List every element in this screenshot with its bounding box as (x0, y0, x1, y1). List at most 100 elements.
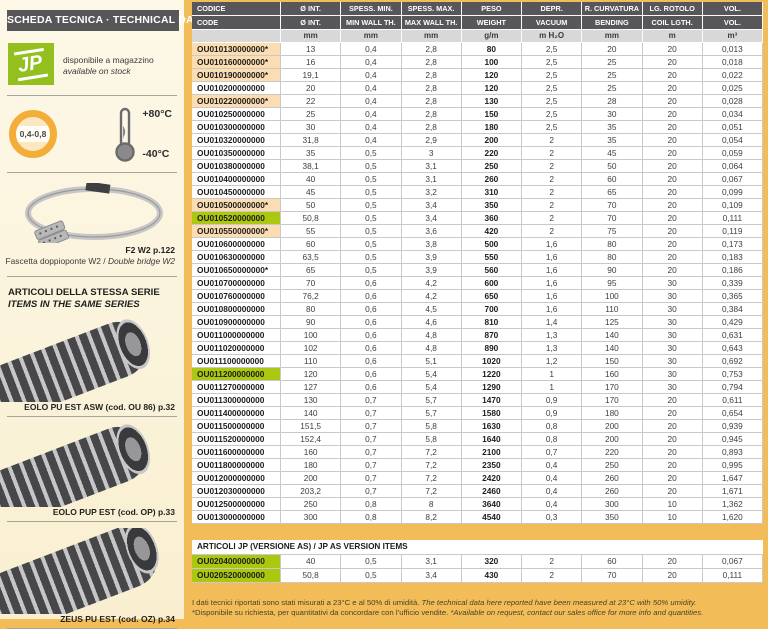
footnote-2-en: *Available on request, contact our sales… (450, 608, 703, 617)
value-cell: 3,8 (402, 238, 462, 251)
value-cell: 2 (522, 569, 582, 583)
value-cell: 30 (643, 381, 703, 394)
column-subheader: VACUUM (522, 16, 582, 30)
code-cell: OU010650000000* (192, 264, 281, 277)
value-cell: 2,5 (522, 43, 582, 56)
value-cell: 180 (462, 121, 522, 134)
value-cell: 2 (522, 225, 582, 238)
sidebar: SCHEDA TECNICA · TECHNICAL DATA JP dispo… (0, 0, 184, 619)
value-cell: 20 (643, 43, 703, 56)
code-cell: OU020400000000 (192, 555, 281, 569)
value-cell: 2420 (462, 472, 522, 485)
value-cell: 20 (643, 212, 703, 225)
value-cell: 20 (643, 173, 703, 186)
value-cell: 0,4 (341, 43, 401, 56)
value-cell: 0,893 (703, 446, 763, 459)
code-cell: OU011300000000 (192, 394, 281, 407)
value-cell: 20 (643, 446, 703, 459)
value-cell: 0,018 (703, 56, 763, 69)
value-cell: 100 (582, 290, 642, 303)
value-cell: 0,6 (341, 316, 401, 329)
code-cell: OU011520000000 (192, 433, 281, 446)
code-cell: OU010200000000 (192, 82, 281, 95)
divider (7, 416, 177, 417)
code-cell: OU010130000000* (192, 43, 281, 56)
value-cell: 2,5 (522, 95, 582, 108)
value-cell: 30 (643, 316, 703, 329)
value-cell: 125 (582, 316, 642, 329)
value-cell: 30 (643, 342, 703, 355)
value-cell: 5,4 (402, 381, 462, 394)
series-title: ARTICOLI DELLA STESSA SERIE ITEMS IN THE… (8, 287, 184, 312)
value-cell: 0,5 (341, 147, 401, 160)
value-cell: 2 (522, 147, 582, 160)
value-cell: 250 (462, 160, 522, 173)
value-cell: 0,7 (341, 433, 401, 446)
value-cell: 3,9 (402, 251, 462, 264)
value-cell: 0,4 (341, 95, 401, 108)
unit-cell: mm (281, 30, 341, 43)
value-cell: 1,6 (522, 277, 582, 290)
value-cell: 0,7 (341, 394, 401, 407)
unit-cell: m³ (703, 30, 763, 43)
as-section-title: ARTICOLI JP (VERSIONE AS) / JP AS VERSIO… (192, 540, 763, 555)
value-cell: 1 (522, 381, 582, 394)
value-cell: 1,620 (703, 511, 763, 524)
value-cell: 30 (643, 355, 703, 368)
value-cell: 20 (643, 95, 703, 108)
footnote-line-2: *Disponibile su richiesta, per quantitat… (192, 608, 763, 618)
value-cell: 120 (462, 82, 522, 95)
value-cell: 1630 (462, 420, 522, 433)
value-cell: 30 (643, 290, 703, 303)
value-cell: 1 (522, 368, 582, 381)
column-header: SPESS. MAX. (402, 2, 462, 16)
value-cell: 0,022 (703, 69, 763, 82)
value-cell: 260 (582, 472, 642, 485)
value-cell: 170 (582, 394, 642, 407)
value-cell: 700 (462, 303, 522, 316)
value-cell: 3,4 (402, 212, 462, 225)
value-cell: 420 (462, 225, 522, 238)
value-cell: 0,5 (341, 173, 401, 186)
value-cell: 25 (582, 82, 642, 95)
value-cell: 5,7 (402, 394, 462, 407)
divider (7, 276, 177, 277)
value-cell: 152,4 (281, 433, 341, 446)
value-cell: 4,6 (402, 316, 462, 329)
value-cell: 30 (281, 121, 341, 134)
value-cell: 1,671 (703, 485, 763, 498)
column-header: R. CURVATURA (582, 2, 642, 16)
related-hose-image (0, 318, 184, 402)
value-cell: 0,8 (522, 420, 582, 433)
column-subheader: MIN WALL TH. (341, 16, 401, 30)
value-cell: 0,753 (703, 368, 763, 381)
divider (7, 95, 177, 96)
value-cell: 2,5 (522, 121, 582, 134)
value-cell: 3,6 (402, 225, 462, 238)
value-cell: 0,4 (522, 472, 582, 485)
value-cell: 5,4 (402, 368, 462, 381)
main-content: CODICEØ INT.SPESS. MIN.SPESS. MAX.PESODE… (192, 2, 763, 619)
column-subheader: MAX WALL TH. (402, 16, 462, 30)
value-cell: 3,1 (402, 173, 462, 186)
value-cell: 0,6 (341, 355, 401, 368)
code-cell: OU010600000000 (192, 238, 281, 251)
value-cell: 0,6 (341, 342, 401, 355)
value-cell: 0,6 (341, 381, 401, 394)
value-cell: 2,8 (402, 82, 462, 95)
value-cell: 0,064 (703, 160, 763, 173)
value-cell: 0,7 (522, 446, 582, 459)
value-cell: 2350 (462, 459, 522, 472)
value-cell: 4,2 (402, 290, 462, 303)
value-cell: 0,4 (341, 56, 401, 69)
value-cell: 160 (582, 368, 642, 381)
value-cell: 0,9 (522, 394, 582, 407)
value-cell: 90 (582, 264, 642, 277)
value-cell: 3,2 (402, 186, 462, 199)
value-cell: 20 (643, 569, 703, 583)
value-cell: 360 (462, 212, 522, 225)
value-cell: 3,4 (402, 569, 462, 583)
value-cell: 220 (582, 446, 642, 459)
value-cell: 25 (281, 108, 341, 121)
code-cell: OU010760000000 (192, 290, 281, 303)
